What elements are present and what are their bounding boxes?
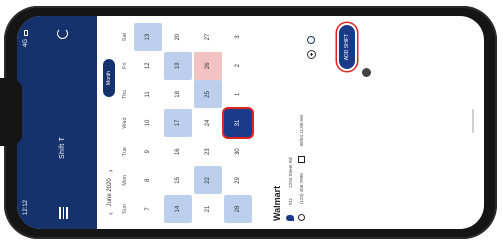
day-cell[interactable]: 3	[224, 23, 252, 51]
profile-icon[interactable]	[362, 68, 371, 77]
selected-day-cell[interactable]: 31	[224, 109, 252, 138]
signal-label: 4G	[23, 39, 29, 48]
app-title: Shift T	[59, 136, 66, 159]
day-cell[interactable]: 18	[164, 80, 192, 108]
weekday-label: Tue	[122, 147, 128, 157]
day-cell[interactable]: 29	[224, 166, 252, 194]
calendar-week: 28 29 30 31 1 2 3	[224, 23, 252, 223]
store-phone: (123) 456-7890	[299, 173, 304, 204]
shift-date: 06/04 11:00 AM	[299, 115, 304, 147]
day-cell[interactable]: 12	[134, 52, 162, 80]
weekday-label: Sat	[122, 32, 128, 42]
app-bar: Shift T	[35, 16, 97, 229]
refresh-icon[interactable]	[57, 28, 68, 39]
weekday-label: Wed	[122, 117, 128, 129]
location-pin-icon	[286, 215, 294, 221]
phone-screen: 12:12 4G Shift T ‹ June 2020 › Month Sun…	[17, 16, 484, 229]
day-cell[interactable]: 19	[164, 51, 192, 80]
day-cell[interactable]: 27	[194, 23, 222, 51]
day-cell[interactable]: 20	[164, 23, 192, 51]
day-cell[interactable]: 21	[194, 195, 222, 223]
day-cell[interactable]: 22	[194, 166, 222, 195]
day-cell[interactable]: 14	[164, 195, 192, 223]
month-label: June 2020	[107, 178, 113, 207]
store-name: Walmart	[272, 185, 282, 221]
home-indicator	[472, 109, 474, 133]
weekday-label: Sun	[122, 204, 128, 214]
day-cell[interactable]: 15	[164, 166, 192, 194]
day-cell[interactable]: 30	[224, 138, 252, 166]
month-navigator: ‹ June 2020 ›	[101, 16, 119, 229]
phone-notch	[0, 78, 22, 146]
store-details: #11 1234 Street Rd	[286, 21, 294, 221]
battery-icon	[24, 30, 28, 36]
day-cell[interactable]: 13	[134, 23, 162, 52]
day-cell[interactable]: 26	[194, 51, 222, 80]
day-cell[interactable]: 9	[134, 138, 162, 166]
add-shift-button[interactable]: ADD SHIFT	[339, 25, 355, 69]
store-contact: (123) 456-7890 06/04 11:00 AM	[298, 21, 305, 221]
day-cell[interactable]: 24	[194, 109, 222, 137]
add-icon[interactable]	[307, 50, 316, 59]
status-icons: 4G	[23, 30, 29, 47]
store-address: 1234 Street Rd	[287, 157, 293, 188]
phone-frame: 12:12 4G Shift T ‹ June 2020 › Month Sun…	[0, 6, 497, 239]
app-content: 12:12 4G Shift T ‹ June 2020 › Month Sun…	[17, 16, 484, 229]
clock-icon[interactable]	[307, 36, 315, 44]
prev-month-icon[interactable]: ‹	[106, 212, 115, 215]
menu-icon[interactable]	[57, 207, 68, 219]
calendar-week: 21 22 23 24 25 26 27	[194, 23, 222, 223]
weekday-header: Sun Mon Tue Wed Thu Fri Sat	[122, 23, 128, 223]
action-icons	[307, 36, 316, 59]
day-cell[interactable]: 7	[134, 195, 162, 223]
calendar-week: 7 8 9 10 11 12 13	[134, 23, 162, 223]
weekday-label: Mon	[122, 175, 128, 186]
store-id: #11	[287, 197, 293, 205]
phone-icon[interactable]	[298, 214, 305, 221]
calendar-icon	[298, 156, 305, 164]
day-cell[interactable]: 8	[134, 166, 162, 194]
day-cell[interactable]: 1	[224, 80, 252, 108]
view-toggle-button[interactable]: Month	[103, 59, 115, 97]
status-time: 12:12	[23, 199, 29, 215]
day-cell[interactable]: 2	[224, 52, 252, 80]
weekday-label: Fri	[122, 62, 128, 69]
day-cell[interactable]: 23	[194, 138, 222, 166]
weekday-label: Thu	[122, 89, 128, 100]
day-cell[interactable]: 25	[194, 80, 222, 109]
day-cell[interactable]: 17	[164, 109, 192, 138]
calendar-grid: 7 8 9 10 11 12 13 14 15 16 17 18 19 20 21 22 23 24 25 26 27 2…	[134, 23, 254, 223]
day-cell[interactable]: 10	[134, 109, 162, 137]
calendar-week: 14 15 16 17 18 19 20	[164, 23, 192, 223]
day-cell[interactable]: 28	[224, 195, 252, 223]
next-month-icon[interactable]: ›	[106, 170, 115, 173]
day-cell[interactable]: 11	[134, 80, 162, 108]
store-card: Walmart #11 1234 Street Rd (123) 456-789…	[272, 21, 305, 221]
day-cell[interactable]: 16	[164, 138, 192, 166]
